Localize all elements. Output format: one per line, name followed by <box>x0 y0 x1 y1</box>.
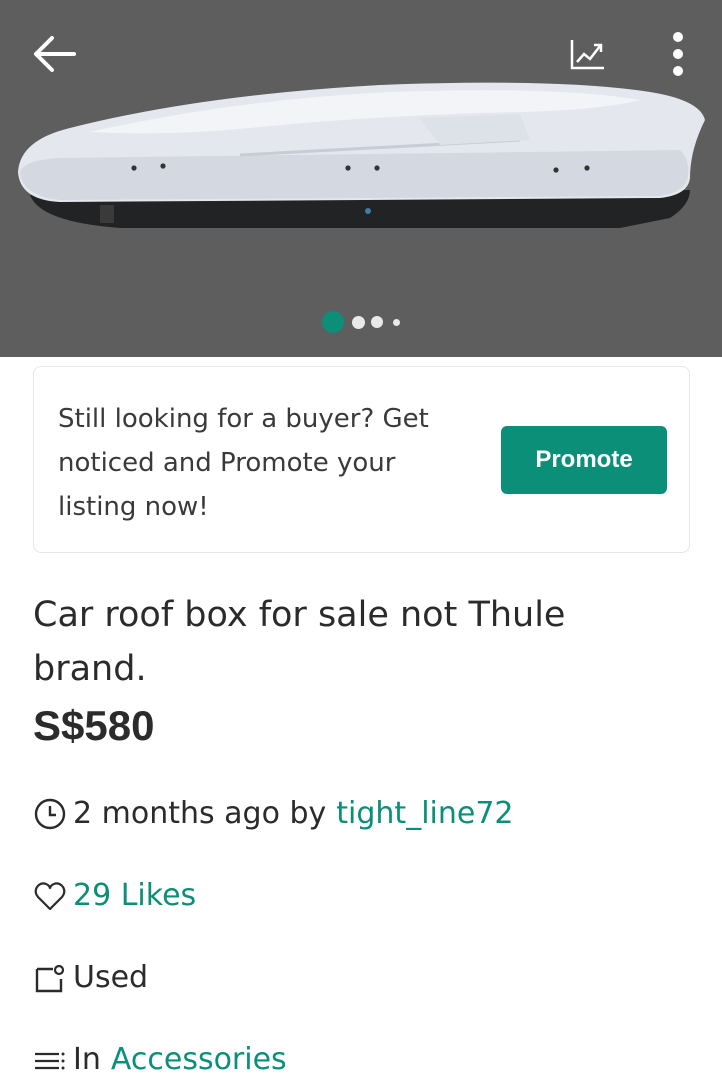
promote-message-line: listing now! <box>58 492 209 522</box>
listing-title-line: brand. <box>33 649 147 689</box>
carousel-dot-active[interactable] <box>322 311 344 333</box>
arrow-left-icon <box>34 36 76 72</box>
listing-stats-button[interactable] <box>560 28 616 80</box>
seller-link[interactable]: tight_line72 <box>336 796 513 831</box>
carousel-dot[interactable] <box>393 318 400 326</box>
category-info: In Accessories <box>33 1042 287 1077</box>
back-button[interactable] <box>22 28 86 80</box>
trend-chart-icon <box>570 40 604 70</box>
posted-time: 2 months ago by <box>73 796 327 831</box>
listing-title: Car roof box for sale not Thule brand. <box>33 588 673 696</box>
condition-value: Used <box>73 960 149 995</box>
carousel-dot[interactable] <box>352 315 365 329</box>
carousel-dot[interactable] <box>371 316 383 328</box>
listing-price: S$580 <box>33 702 155 749</box>
promote-message: Still looking for a buyer? Get noticed a… <box>58 397 468 529</box>
more-vertical-icon <box>673 32 683 76</box>
list-icon <box>33 1043 67 1077</box>
carousel-indicator <box>0 311 722 333</box>
likes-count[interactable]: 29 Likes <box>73 878 196 913</box>
clock-icon <box>33 797 67 831</box>
listing-image-carousel[interactable] <box>0 0 722 357</box>
listing-title-line: Car roof box for sale not Thule <box>33 595 566 635</box>
category-link[interactable]: Accessories <box>111 1042 287 1077</box>
promote-banner: Still looking for a buyer? Get noticed a… <box>33 366 690 553</box>
more-options-button[interactable] <box>656 24 700 84</box>
heart-icon[interactable] <box>33 879 67 913</box>
promote-message-line: Still looking for a buyer? Get <box>58 404 429 434</box>
category-prefix: In <box>73 1042 101 1077</box>
likes-info[interactable]: 29 Likes <box>33 878 196 913</box>
condition-info: Used <box>33 960 148 995</box>
tag-icon <box>33 961 67 995</box>
promote-button[interactable]: Promote <box>501 426 667 494</box>
posted-info: 2 months ago by tight_line72 <box>33 796 514 831</box>
promote-message-line: noticed and Promote your <box>58 448 396 478</box>
